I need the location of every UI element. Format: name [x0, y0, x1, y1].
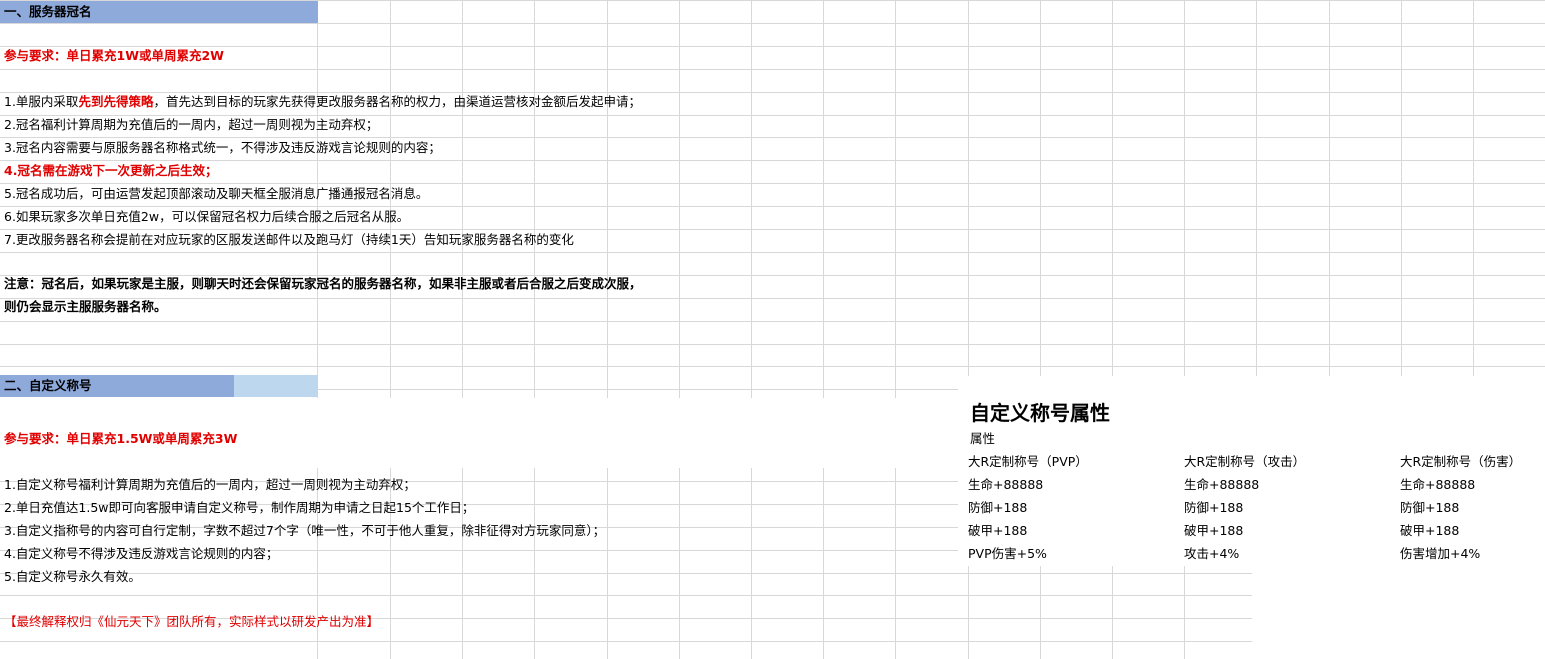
rule1-prefix: 1.单服内采取	[4, 94, 79, 109]
rule1-suffix: ，首先达到目标的玩家先获得更改服务器名称的权力，由渠道运营核对金额后发起申请；	[153, 94, 641, 109]
section2-requirement: 参与要求：单日累充1.5W或单周累充3W	[4, 431, 238, 446]
attr-col-damage-header: 大R定制称号（伤害）	[1400, 454, 1522, 469]
section2-title: 二、自定义称号	[4, 378, 92, 393]
section1-requirement: 参与要求：单日累充1W或单周累充2W	[4, 48, 224, 63]
attributes-title: 自定义称号属性	[970, 401, 1110, 425]
attr-damage-item: 防御+188	[1400, 500, 1460, 515]
attr-pvp-item: 破甲+188	[968, 523, 1028, 538]
section1-rule-1: 1.单服内采取先到先得策略，首先达到目标的玩家先获得更改服务器名称的权力，由渠道…	[4, 91, 641, 113]
section2-rule-3: 3.自定义指称号的内容可自行定制，字数不超过7个字（唯一性，不可于他人重复，除非…	[4, 523, 606, 538]
attr-attack-item: 破甲+188	[1184, 523, 1244, 538]
section1-rule-6: 6.如果玩家多次单日充值2w，可以保留冠名权力后续合服之后冠名从服。	[4, 209, 410, 224]
attr-damage-item: 伤害增加+4%	[1400, 546, 1481, 561]
section1-title: 一、服务器冠名	[4, 4, 92, 19]
attr-pvp-item: PVP伤害+5%	[968, 546, 1047, 561]
section2-footer: 【最终解释权归《仙元天下》团队所有，实际样式以研发产出为准】	[4, 614, 380, 629]
attr-pvp-item: 防御+188	[968, 500, 1028, 515]
rule1-highlight: 先到先得策略	[78, 94, 154, 109]
section1-rule-5: 5.冠名成功后，可由运营发起顶部滚动及聊天框全服消息广播通报冠名消息。	[4, 186, 429, 201]
section1-rule-4: 4.冠名需在游戏下一次更新之后生效；	[4, 163, 218, 178]
section1-note-line2: 则仍会显示主服服务器名称。	[4, 299, 167, 314]
attr-damage-item: 生命+88888	[1400, 477, 1476, 492]
section1-rule-2: 2.冠名福利计算周期为充值后的一周内，超过一周则视为主动弃权；	[4, 117, 379, 132]
attr-attack-item: 攻击+4%	[1184, 546, 1240, 561]
attr-damage-item: 破甲+188	[1400, 523, 1460, 538]
section1-note-line1: 注意：冠名后，如果玩家是主服，则聊天时还会保留玩家冠名的服务器名称，如果非主服或…	[4, 276, 642, 291]
section2-rule-1: 1.自定义称号福利计算周期为充值后的一周内，超过一周则视为主动弃权；	[4, 477, 416, 492]
section2-rule-2: 2.单日充值达1.5w即可向客服申请自定义称号，制作周期为申请之日起15个工作日…	[4, 500, 475, 515]
attributes-subtitle: 属性	[970, 431, 996, 446]
attr-attack-item: 防御+188	[1184, 500, 1244, 515]
attr-col-pvp-header: 大R定制称号（PVP）	[968, 454, 1088, 469]
section2-rule-4: 4.自定义称号不得涉及违反游戏言论规则的内容；	[4, 546, 279, 561]
blank-area-bottom-right	[1252, 566, 1545, 659]
section1-rule-7: 7.更改服务器名称会提前在对应玩家的区服发送邮件以及跑马灯（持续1天）告知玩家服…	[4, 232, 574, 247]
attr-col-attack-header: 大R定制称号（攻击）	[1184, 454, 1306, 469]
attr-attack-item: 生命+88888	[1184, 477, 1260, 492]
attr-pvp-item: 生命+88888	[968, 477, 1044, 492]
section2-header-fill-light	[234, 375, 318, 397]
section1-rule-3: 3.冠名内容需要与原服务器名称格式统一，不得涉及违反游戏言论规则的内容；	[4, 140, 441, 155]
section2-rule-5: 5.自定义称号永久有效。	[4, 569, 141, 584]
